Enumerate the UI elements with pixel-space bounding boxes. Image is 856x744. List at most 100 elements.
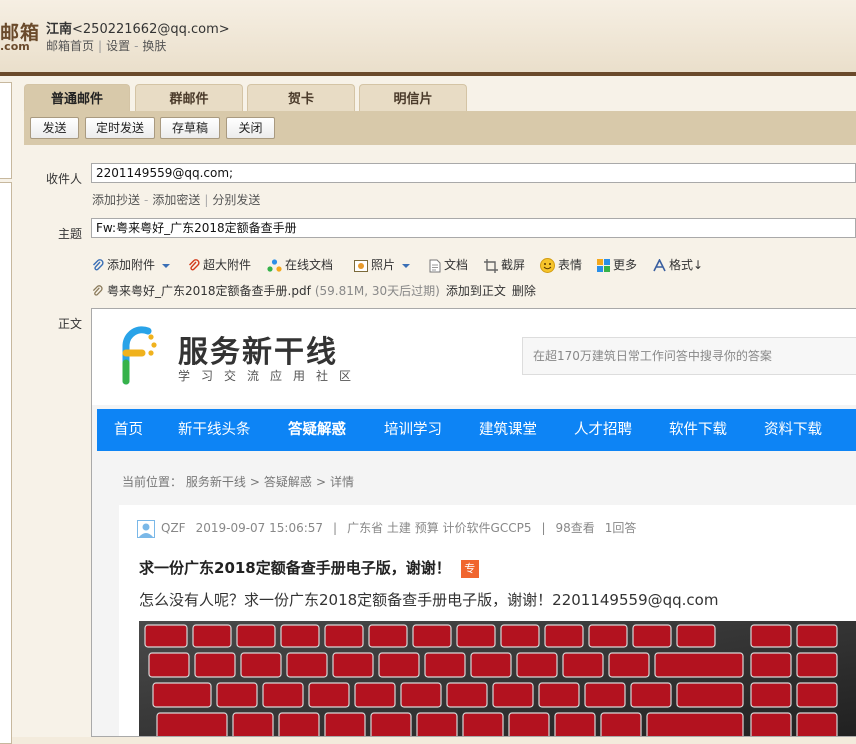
tab-group-mail[interactable]: 群邮件	[135, 84, 243, 111]
format-icon	[653, 259, 666, 272]
nav-training[interactable]: 培训学习	[384, 409, 442, 451]
nav-headlines[interactable]: 新干线头条	[178, 409, 251, 451]
photo-label: 照片	[371, 258, 396, 272]
screenshot-icon	[484, 258, 498, 273]
breadcrumb-label: 当前位置：	[122, 475, 183, 489]
keyboard-image	[139, 621, 856, 736]
post-tags: 广东省 土建 预算 计价软件GCCP5	[347, 521, 532, 535]
breadcrumb-detail: 详情	[330, 475, 355, 489]
save-draft-button[interactable]: 存草稿	[160, 117, 220, 139]
subject-label: 主题	[57, 227, 82, 241]
add-attachment-button[interactable]: 添加附件	[92, 255, 174, 275]
avatar-icon	[137, 519, 155, 538]
to-label: 收件人	[45, 172, 82, 186]
delete-attachment-link[interactable]: 删除	[512, 284, 536, 298]
breadcrumb: 当前位置： 服务新干线 > 答疑解惑 > 详情	[122, 473, 354, 490]
nav-resources[interactable]: 资料下载	[764, 409, 822, 451]
to-field[interactable]: 2201149559@qq.com;	[91, 163, 856, 183]
change-skin-link[interactable]: 换肤	[142, 39, 166, 53]
mail-header: 邮箱 .com 江南<250221662@qq.com> 邮箱首页 | 设置 - 换肤	[0, 0, 856, 76]
send-separately-link[interactable]: 分别发送	[212, 193, 260, 207]
large-attachment-button[interactable]: 超大附件	[188, 255, 251, 275]
post-answers: 1回答	[604, 521, 637, 535]
question-body: 怎么没有人呢？求一份广东2018定额备查手册电子版，谢谢！2201149559@…	[139, 591, 719, 609]
site-tagline: 学习交流应用社区	[178, 369, 363, 383]
add-cc-link[interactable]: 添加抄送	[92, 193, 140, 207]
more-icon	[597, 259, 610, 272]
nav-qa[interactable]: 答疑解惑	[288, 409, 346, 451]
emoji-label: 表情	[558, 258, 583, 272]
paperclip-icon	[92, 285, 103, 296]
settings-link[interactable]: 设置	[106, 39, 130, 53]
user-email: <250221662@qq.com>	[72, 22, 230, 37]
format-label: 格式↓	[669, 258, 704, 272]
keyboard-photo	[139, 621, 856, 736]
mail-home-link[interactable]: 邮箱首页	[46, 39, 94, 53]
schedule-send-button[interactable]: 定时发送	[85, 117, 155, 139]
nav-jobs[interactable]: 人才招聘	[574, 409, 632, 451]
close-button[interactable]: 关闭	[226, 117, 275, 139]
add-to-body-link[interactable]: 添加到正文	[446, 284, 506, 298]
nav-classroom[interactable]: 建筑课堂	[479, 409, 537, 451]
brand-logo-icon	[122, 326, 157, 385]
tab-postcard[interactable]: 明信片	[359, 84, 467, 111]
paperclip-icon	[92, 258, 104, 270]
site-brand: 服务新干线	[178, 335, 338, 370]
subject-field[interactable]: Fw:粤来粤好_广东2018定额备查手册	[91, 218, 856, 238]
site-search-input[interactable]: 在超170万建筑日常工作问答中搜寻你的答案	[522, 337, 856, 375]
post-views: 98查看	[555, 521, 595, 535]
tab-normal-mail[interactable]: 普通邮件	[24, 84, 130, 111]
attachment-meta: (59.81M, 30天后过期)	[314, 284, 440, 298]
photo-icon	[354, 259, 368, 272]
large-attachment-icon	[188, 258, 200, 270]
link-separator: |	[98, 39, 103, 53]
nav-home[interactable]: 首页	[114, 409, 143, 451]
emoji-button[interactable]: 表情	[540, 255, 582, 275]
attachment-item: 粤来粤好_广东2018定额备查手册.pdf (59.81M, 30天后过期) 添加到…	[92, 282, 536, 299]
tab-greeting-card[interactable]: 贺卡	[247, 84, 355, 111]
compose-tabs: 普通邮件 群邮件 贺卡 明信片	[24, 84, 856, 111]
attachment-name[interactable]: 粤来粤好_广东2018定额备查手册.pdf	[107, 284, 311, 298]
link-separator: -	[144, 193, 149, 207]
more-button[interactable]: 更多	[597, 255, 637, 275]
post-author[interactable]: QZF	[161, 521, 186, 535]
chevron-down-icon[interactable]	[161, 261, 171, 271]
link-separator: -	[134, 39, 139, 53]
photo-button[interactable]: 照片	[354, 255, 414, 275]
breadcrumb-separator: >	[249, 475, 260, 489]
body-label: 正文	[57, 317, 82, 331]
large-attachment-label: 超大附件	[203, 258, 252, 272]
emoji-icon	[540, 258, 555, 273]
document-button[interactable]: 文档	[429, 255, 468, 275]
user-info: 江南<250221662@qq.com>	[46, 18, 230, 37]
embedded-webpage: 服务新干线 学习交流应用社区 在超170万建筑日常工作问答中搜寻你的答案 首页 …	[92, 309, 856, 736]
post-datetime: 2019-09-07 15:06:57	[195, 521, 324, 535]
add-bcc-link[interactable]: 添加密送	[152, 193, 200, 207]
site-nav: 首页 新干线头条 答疑解惑 培训学习 建筑课堂 人才招聘 软件下载 资料下载	[97, 409, 856, 451]
left-sidebar	[0, 76, 24, 744]
send-button[interactable]: 发送	[30, 117, 79, 139]
post-meta: QZF 2019-09-07 15:06:57 | 广东省 土建 预算 计价软件GCC…	[137, 519, 646, 538]
body-editor[interactable]: 服务新干线 学习交流应用社区 在超170万建筑日常工作问答中搜寻你的答案 首页 …	[91, 308, 856, 737]
meta-divider: |	[541, 521, 546, 535]
document-icon	[429, 259, 441, 272]
online-doc-label: 在线文档	[285, 258, 334, 272]
cc-links: 添加抄送 - 添加密送 | 分别发送	[92, 191, 260, 208]
format-button[interactable]: 格式↓	[653, 255, 703, 275]
breadcrumb-qa[interactable]: 答疑解惑	[264, 475, 312, 489]
compose-toolbar: 发送 定时发送 存草稿 关闭	[24, 111, 856, 145]
screenshot-button[interactable]: 截屏	[484, 255, 525, 275]
more-label: 更多	[613, 258, 638, 272]
add-attachment-label: 添加附件	[107, 258, 156, 272]
question-title-text: 求一份广东2018定额备查手册电子版，谢谢！	[139, 559, 451, 577]
breadcrumb-site[interactable]: 服务新干线	[186, 475, 246, 489]
chevron-down-icon[interactable]	[401, 261, 411, 271]
online-doc-button[interactable]: 在线文档	[267, 255, 333, 275]
online-doc-icon	[267, 259, 282, 272]
compose-panel: 普通邮件 群邮件 贺卡 明信片 发送 定时发送 存草稿 关闭 收件人 22011…	[24, 76, 856, 737]
link-separator: |	[204, 193, 209, 207]
sidebar-panel-bottom	[0, 182, 12, 744]
screenshot-label: 截屏	[501, 258, 526, 272]
meta-divider: |	[333, 521, 338, 535]
nav-software[interactable]: 软件下载	[669, 409, 727, 451]
